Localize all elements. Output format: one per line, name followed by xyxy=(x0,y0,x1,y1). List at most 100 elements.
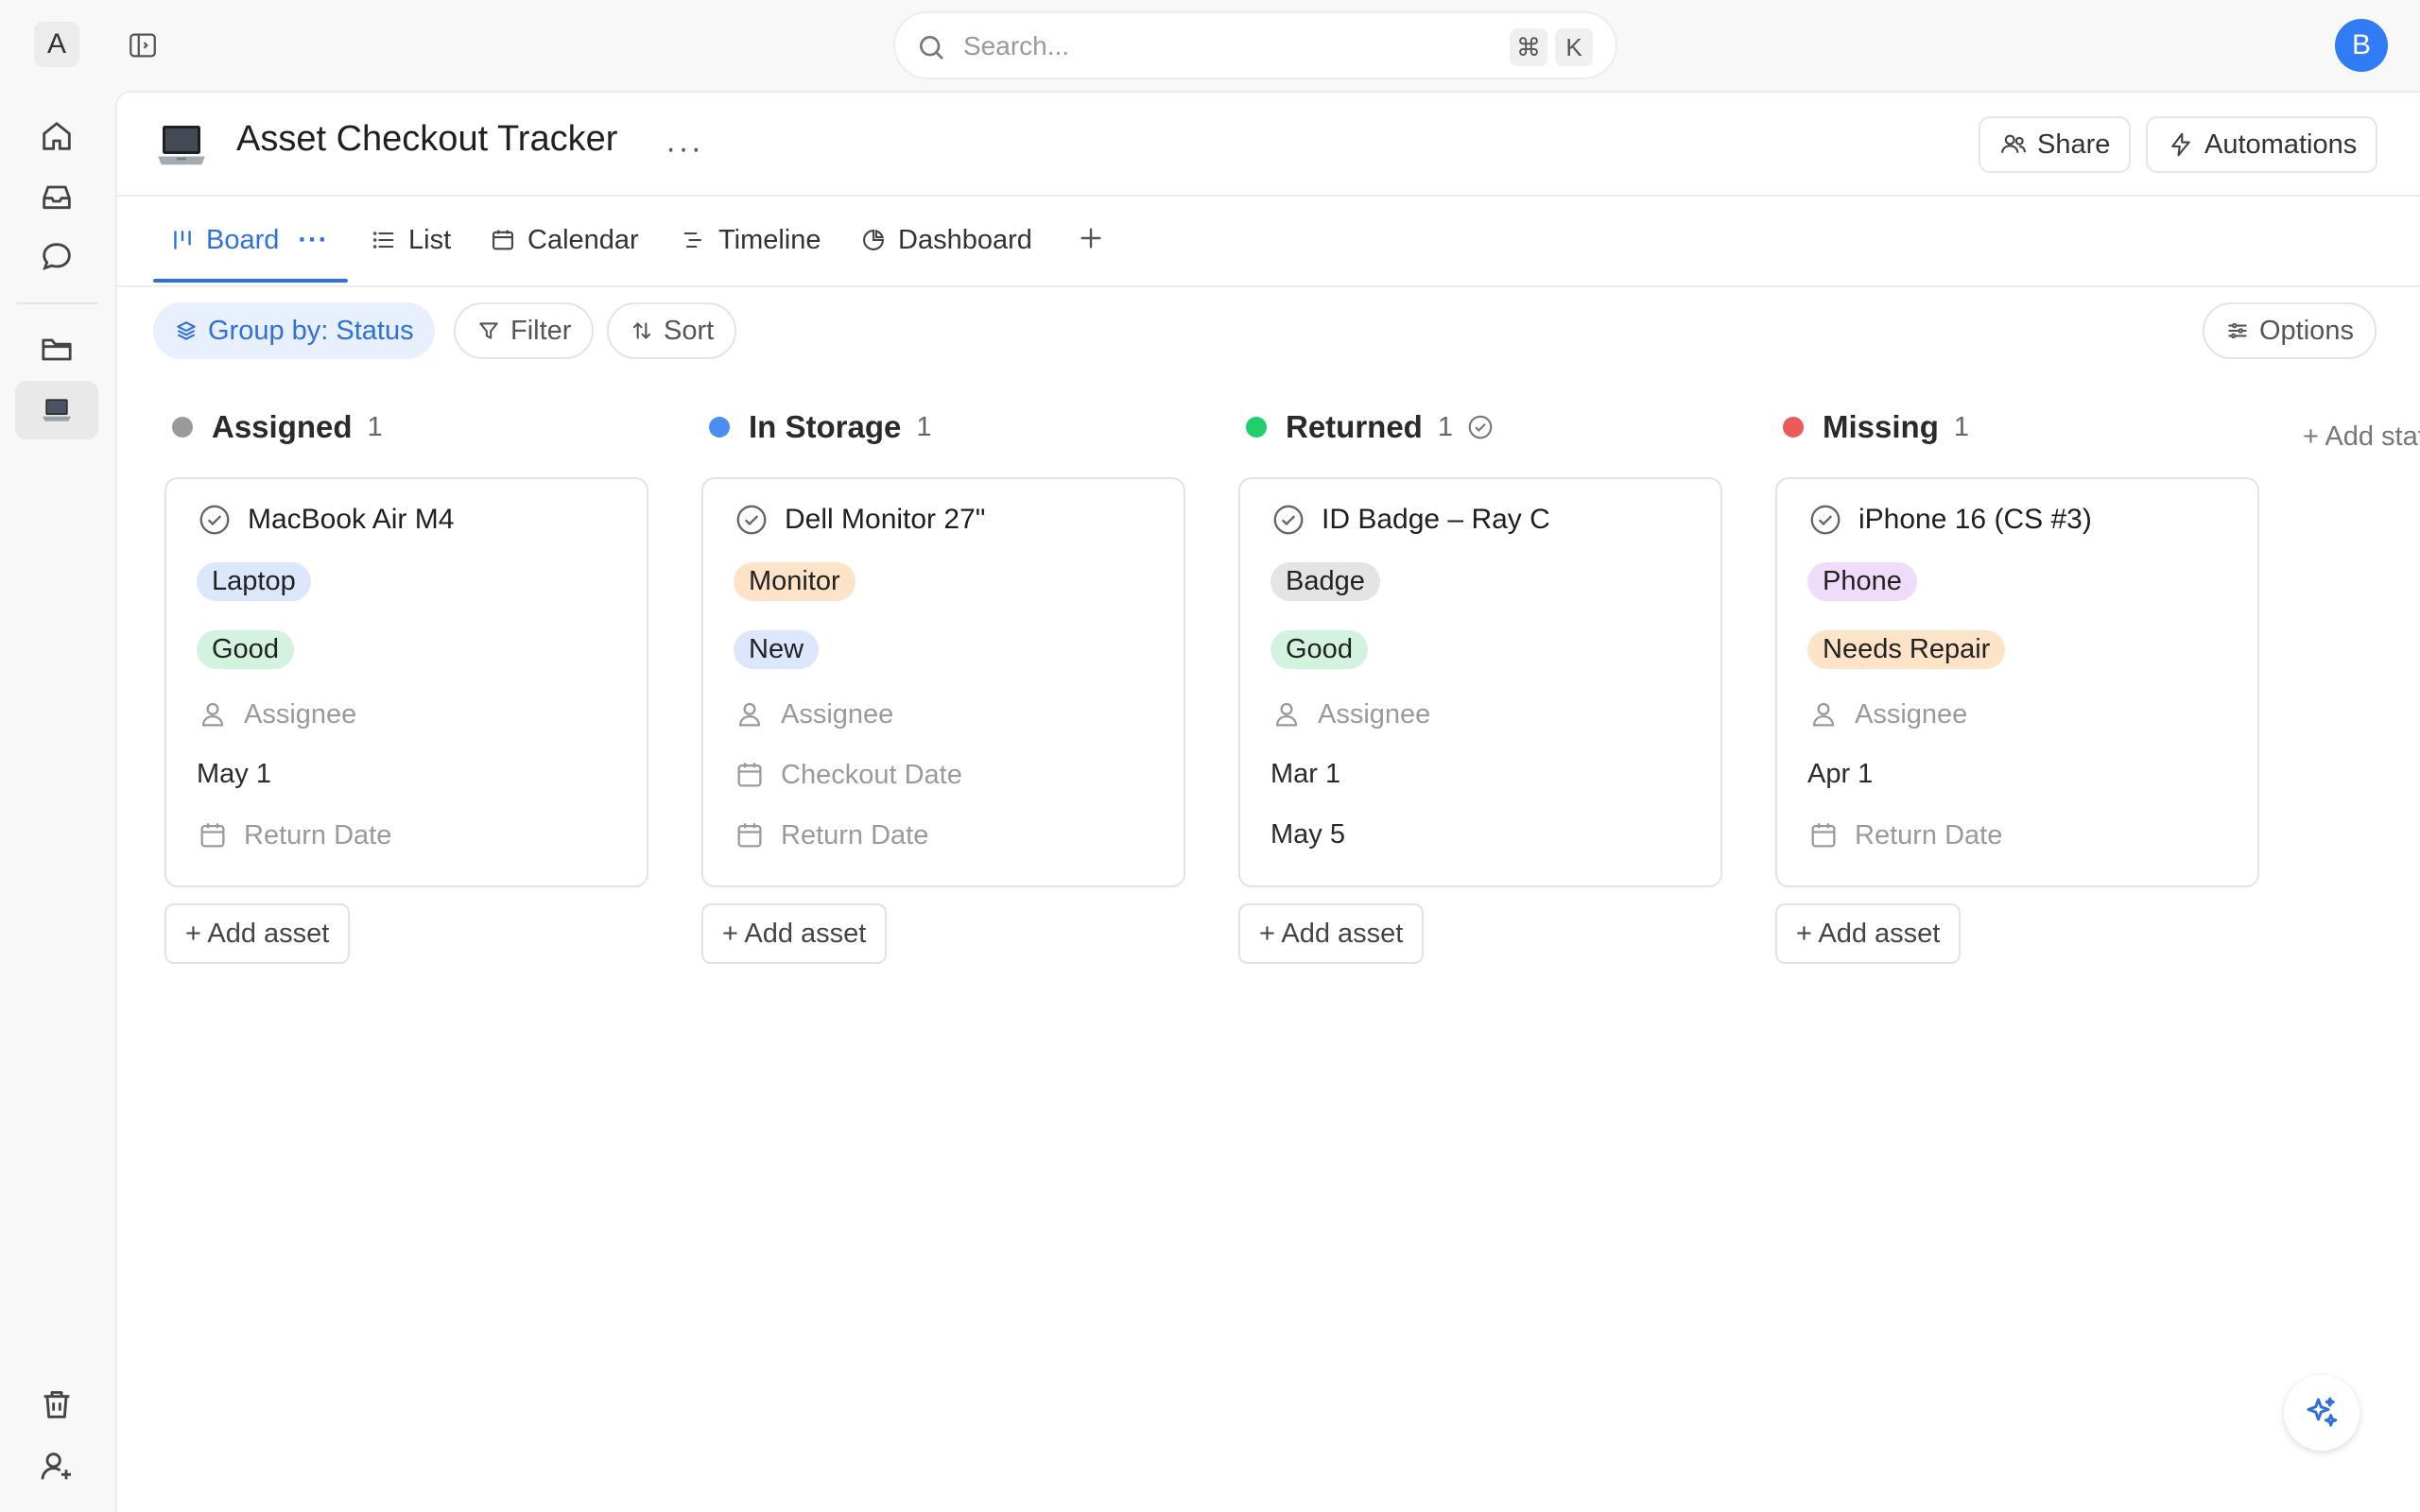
timeline-icon xyxy=(681,227,707,253)
group-by-label: Group by: Status xyxy=(208,315,414,346)
checkout-date-value: Apr 1 xyxy=(1807,759,1874,789)
checkout-date-field[interactable]: Checkout Date xyxy=(734,759,962,791)
add-view-icon[interactable] xyxy=(1076,223,1106,253)
add-asset-button[interactable]: + Add asset xyxy=(1775,903,1962,964)
card-title: iPhone 16 (CS #3) xyxy=(1858,504,2092,535)
add-asset-button[interactable]: + Add asset xyxy=(1238,903,1425,964)
home-icon[interactable] xyxy=(38,117,76,155)
column-count: 1 xyxy=(1953,411,1969,442)
column-title: Returned xyxy=(1286,409,1423,444)
ai-assistant-button[interactable] xyxy=(2284,1375,2360,1451)
page-more-icon[interactable]: ··· xyxy=(666,130,703,167)
type-tag[interactable]: Badge xyxy=(1270,562,1380,601)
search-bar[interactable]: Search... ⌘ K xyxy=(893,11,1617,79)
filter-button[interactable]: Filter xyxy=(454,302,595,359)
tab-board[interactable]: Board ··· xyxy=(170,221,328,259)
status-dot xyxy=(709,417,730,438)
invite-member-icon[interactable] xyxy=(38,1448,76,1486)
checkout-date-field[interactable]: May 1 xyxy=(197,759,271,790)
condition-tag[interactable]: Good xyxy=(197,630,294,669)
add-asset-button[interactable]: + Add asset xyxy=(164,903,351,964)
type-tag[interactable]: Laptop xyxy=(197,562,311,601)
list-icon xyxy=(371,227,397,253)
options-button[interactable]: Options xyxy=(2203,302,2377,359)
assignee-field[interactable]: Assignee xyxy=(197,698,356,730)
tab-label: Dashboard xyxy=(898,224,1032,255)
assignee-field[interactable]: Assignee xyxy=(1807,698,1967,730)
check-circle-icon[interactable] xyxy=(197,502,233,538)
trash-icon[interactable] xyxy=(38,1385,76,1423)
automations-label: Automations xyxy=(2204,129,2358,160)
checkout-date-field[interactable]: Mar 1 xyxy=(1270,759,1340,790)
workspace-switcher[interactable]: A xyxy=(34,22,79,67)
inbox-icon[interactable] xyxy=(38,178,76,215)
tab-dashboard[interactable]: Dashboard xyxy=(860,221,1032,259)
assignee-placeholder: Assignee xyxy=(1318,698,1431,730)
return-date-field[interactable]: Return Date xyxy=(197,819,391,851)
checkout-date-value: Mar 1 xyxy=(1270,759,1341,789)
folder-icon[interactable] xyxy=(38,331,76,369)
calendar-icon xyxy=(734,819,766,851)
person-icon xyxy=(1807,698,1840,730)
user-avatar[interactable]: B xyxy=(2335,19,2388,72)
return-date-field[interactable]: Return Date xyxy=(1807,819,2002,851)
card[interactable]: MacBook Air M4 Laptop Good Assignee May … xyxy=(164,477,648,887)
calendar-icon xyxy=(490,227,516,253)
column-header-returned[interactable]: Returned 1 xyxy=(1246,406,1495,448)
return-date-placeholder: Return Date xyxy=(1855,819,2003,850)
check-circle-icon[interactable] xyxy=(1807,502,1843,538)
comments-icon[interactable] xyxy=(38,238,76,276)
layers-icon xyxy=(174,318,199,343)
status-dot xyxy=(172,417,193,438)
tab-label: List xyxy=(408,224,452,255)
assignee-placeholder: Assignee xyxy=(781,698,894,730)
assignee-field[interactable]: Assignee xyxy=(1270,698,1430,730)
check-circle-icon[interactable] xyxy=(1270,502,1306,538)
card[interactable]: ID Badge – Ray C Badge Good Assignee Mar… xyxy=(1238,477,1722,887)
column-header-assigned[interactable]: Assigned 1 xyxy=(172,406,383,448)
sort-button[interactable]: Sort xyxy=(607,302,737,359)
status-dot xyxy=(1783,417,1804,438)
calendar-icon xyxy=(734,759,766,791)
automations-button[interactable]: Automations xyxy=(2146,116,2378,173)
add-asset-button[interactable]: + Add asset xyxy=(701,903,888,964)
tab-timeline[interactable]: Timeline xyxy=(681,221,821,259)
assignee-field[interactable]: Assignee xyxy=(734,698,893,730)
card[interactable]: Dell Monitor 27" Monitor New Assignee Ch… xyxy=(701,477,1185,887)
header-divider xyxy=(117,195,2420,197)
sidebar-toggle-icon[interactable] xyxy=(127,29,159,61)
active-tab-indicator xyxy=(153,279,348,283)
check-circle-icon[interactable] xyxy=(734,502,769,538)
tab-list[interactable]: List xyxy=(371,221,451,259)
page-title[interactable]: Asset Checkout Tracker xyxy=(236,119,617,160)
condition-tag[interactable]: Good xyxy=(1270,630,1368,669)
return-date-field[interactable]: Return Date xyxy=(734,819,928,851)
tab-more-icon[interactable]: ··· xyxy=(298,225,328,256)
card-title: MacBook Air M4 xyxy=(248,504,455,535)
type-tag[interactable]: Phone xyxy=(1807,562,1917,601)
share-button[interactable]: Share xyxy=(1979,116,2132,173)
sparkle-icon xyxy=(2302,1393,2342,1433)
assignee-placeholder: Assignee xyxy=(1855,698,1968,730)
column-title: Missing xyxy=(1823,409,1939,444)
tab-calendar[interactable]: Calendar xyxy=(490,221,639,259)
card-title-row: Dell Monitor 27" xyxy=(734,502,985,538)
page-icon-laptop[interactable] xyxy=(153,115,210,174)
type-tag[interactable]: Monitor xyxy=(734,562,856,601)
tab-label: Calendar xyxy=(527,224,639,255)
add-status-button[interactable]: + Add status xyxy=(2303,421,2420,453)
column-header-in-storage[interactable]: In Storage 1 xyxy=(709,406,932,448)
sliders-icon xyxy=(2225,318,2250,343)
search-icon xyxy=(916,32,946,62)
column-title: In Storage xyxy=(749,409,902,444)
person-icon xyxy=(197,698,229,730)
laptop-icon xyxy=(38,391,76,429)
condition-tag[interactable]: Needs Repair xyxy=(1807,630,2006,669)
return-date-field[interactable]: May 5 xyxy=(1270,819,1345,850)
condition-tag[interactable]: New xyxy=(734,630,820,669)
group-by-button[interactable]: Group by: Status xyxy=(153,302,435,359)
column-header-missing[interactable]: Missing 1 xyxy=(1783,406,1969,448)
checkout-date-field[interactable]: Apr 1 xyxy=(1807,759,1873,790)
card-title-row: MacBook Air M4 xyxy=(197,502,454,538)
card[interactable]: iPhone 16 (CS #3) Phone Needs Repair Ass… xyxy=(1775,477,2259,887)
